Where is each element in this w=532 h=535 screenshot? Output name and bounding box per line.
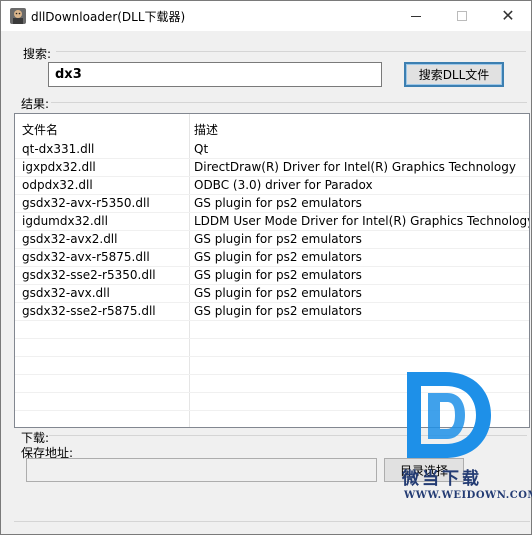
table-row[interactable]: gsdx32-sse2-r5350.dll GS plugin for ps2 … bbox=[15, 267, 529, 285]
table-row[interactable]: igxpdx32.dll DirectDraw(R) Driver for In… bbox=[15, 159, 529, 177]
table-row[interactable]: gsdx32-avx2.dll GS plugin for ps2 emulat… bbox=[15, 231, 529, 249]
minimize-icon bbox=[411, 15, 421, 17]
window-title: dllDownloader(DLL下载器) bbox=[31, 10, 186, 24]
cell-description: GS plugin for ps2 emulators bbox=[194, 268, 362, 282]
cell-filename: gsdx32-avx-r5875.dll bbox=[22, 250, 150, 264]
cell-description: GS plugin for ps2 emulators bbox=[194, 232, 362, 246]
empty-row bbox=[15, 321, 529, 339]
app-icon bbox=[10, 8, 26, 24]
table-row[interactable]: igdumdx32.dll LDDM User Mode Driver for … bbox=[15, 213, 529, 231]
search-group-divider bbox=[56, 51, 526, 52]
cell-filename: igxpdx32.dll bbox=[22, 160, 96, 174]
weidown-watermark: 微当下载 WWW.WEIDOWN.COM bbox=[396, 366, 532, 506]
results-group-label: 结果: bbox=[21, 97, 50, 111]
minimize-button[interactable] bbox=[393, 1, 439, 31]
empty-row bbox=[15, 339, 529, 357]
cell-filename: igdumdx32.dll bbox=[22, 214, 108, 228]
cell-filename: gsdx32-sse2-r5350.dll bbox=[22, 268, 156, 282]
cell-filename: gsdx32-avx-r5350.dll bbox=[22, 196, 150, 210]
cell-filename: qt-dx331.dll bbox=[22, 142, 95, 156]
app-window: dllDownloader(DLL下载器) ✕ 搜索: 搜索DLL文件 结果: … bbox=[0, 0, 532, 535]
table-row[interactable]: gsdx32-sse2-r5875.dll GS plugin for ps2 … bbox=[15, 303, 529, 321]
title-bar[interactable]: dllDownloader(DLL下载器) ✕ bbox=[1, 1, 531, 31]
cell-description: GS plugin for ps2 emulators bbox=[194, 196, 362, 210]
cell-description: GS plugin for ps2 emulators bbox=[194, 286, 362, 300]
table-row[interactable]: gsdx32-avx.dll GS plugin for ps2 emulato… bbox=[15, 285, 529, 303]
maximize-button[interactable] bbox=[439, 1, 485, 31]
watermark-brand-text: 微当下载 bbox=[402, 469, 482, 489]
cell-description: GS plugin for ps2 emulators bbox=[194, 250, 362, 264]
cell-filename: gsdx32-sse2-r5875.dll bbox=[22, 304, 156, 318]
weidown-logo-icon bbox=[407, 372, 491, 458]
table-row[interactable]: qt-dx331.dll Qt bbox=[15, 141, 529, 159]
watermark-url-text: WWW.WEIDOWN.COM bbox=[404, 490, 532, 501]
list-header: 文件名 描述 bbox=[15, 121, 529, 139]
table-row[interactable]: gsdx32-avx-r5875.dll GS plugin for ps2 e… bbox=[15, 249, 529, 267]
search-group-label: 搜索: bbox=[23, 47, 52, 61]
column-header-filename[interactable]: 文件名 bbox=[22, 121, 58, 138]
cell-filename: gsdx32-avx.dll bbox=[22, 286, 110, 300]
cell-description: DirectDraw(R) Driver for Intel(R) Graphi… bbox=[194, 160, 516, 174]
save-path-field[interactable] bbox=[26, 458, 377, 482]
column-header-description[interactable]: 描述 bbox=[194, 121, 218, 138]
cell-filename: gsdx32-avx2.dll bbox=[22, 232, 118, 246]
cell-description: ODBC (3.0) driver for Paradox bbox=[194, 178, 373, 192]
cell-description: LDDM User Mode Driver for Intel(R) Graph… bbox=[194, 214, 530, 228]
search-input[interactable] bbox=[48, 62, 382, 87]
search-dll-button[interactable]: 搜索DLL文件 bbox=[404, 62, 504, 87]
cell-filename: odpdx32.dll bbox=[22, 178, 93, 192]
cell-description: GS plugin for ps2 emulators bbox=[194, 304, 362, 318]
close-icon: ✕ bbox=[501, 6, 515, 25]
bottom-divider bbox=[14, 521, 530, 522]
results-group-divider bbox=[51, 102, 527, 103]
table-row[interactable]: odpdx32.dll ODBC (3.0) driver for Parado… bbox=[15, 177, 529, 195]
close-button[interactable]: ✕ bbox=[485, 1, 531, 31]
maximize-icon bbox=[457, 11, 467, 21]
table-row[interactable]: gsdx32-avx-r5350.dll GS plugin for ps2 e… bbox=[15, 195, 529, 213]
cell-description: Qt bbox=[194, 142, 209, 156]
